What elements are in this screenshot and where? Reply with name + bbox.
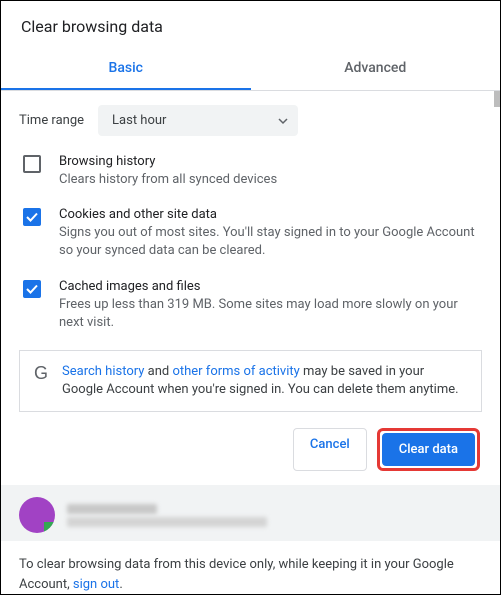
clear-data-button[interactable]: Clear data [382,433,475,466]
info-box: G Search history and other forms of acti… [19,350,482,412]
option-cached: Cached images and files Frees up less th… [19,279,482,332]
option-title: Cookies and other site data [59,207,482,222]
option-browsing-history: Browsing history Clears history from all… [19,154,482,189]
option-desc: Frees up less than 319 MB. Some sites ma… [59,296,482,332]
option-text: Browsing history Clears history from all… [59,154,277,189]
option-desc: Clears history from all synced devices [59,171,277,189]
search-history-link[interactable]: Search history [62,364,144,379]
other-activity-link[interactable]: other forms of activity [172,364,299,379]
chevron-down-icon [278,116,288,126]
option-cookies: Cookies and other site data Signs you ou… [19,207,482,260]
option-desc: Signs you out of most sites. You'll stay… [59,224,482,260]
google-logo-icon: G [34,363,48,385]
redacted-name [67,504,157,514]
tab-advanced[interactable]: Advanced [251,50,501,90]
button-row: Cancel Clear data [1,412,500,485]
tab-bar: Basic Advanced [1,50,500,91]
checkbox-cookies[interactable] [23,208,41,226]
option-title: Browsing history [59,154,277,169]
account-info-redacted [67,501,267,530]
avatar [19,497,55,533]
info-mid1: and [144,364,172,379]
dialog-title: Clear browsing data [1,1,500,50]
time-range-row: Time range Last hour [19,105,482,136]
time-range-value: Last hour [112,113,166,128]
option-title: Cached images and files [59,279,482,294]
scrollbar[interactable] [494,91,500,107]
redacted-email [67,517,267,527]
info-text: Search history and other forms of activi… [62,363,467,399]
time-range-label: Time range [19,113,84,128]
option-text: Cached images and files Frees up less th… [59,279,482,332]
annotation-highlight: Clear data [377,428,480,471]
checkmark-icon [26,212,38,222]
time-range-select[interactable]: Last hour [98,105,298,136]
option-text: Cookies and other site data Signs you ou… [59,207,482,260]
footer-post: . [119,577,122,592]
checkbox-cached[interactable] [23,280,41,298]
account-section [1,485,500,541]
checkbox-browsing-history[interactable] [23,155,41,173]
dialog-content: Time range Last hour Browsing history Cl… [1,91,500,412]
sign-out-link[interactable]: sign out [73,577,119,592]
tab-basic[interactable]: Basic [1,50,251,90]
cancel-button[interactable]: Cancel [293,428,367,471]
checkmark-icon [26,284,38,294]
footer-text: To clear browsing data from this device … [1,541,500,610]
